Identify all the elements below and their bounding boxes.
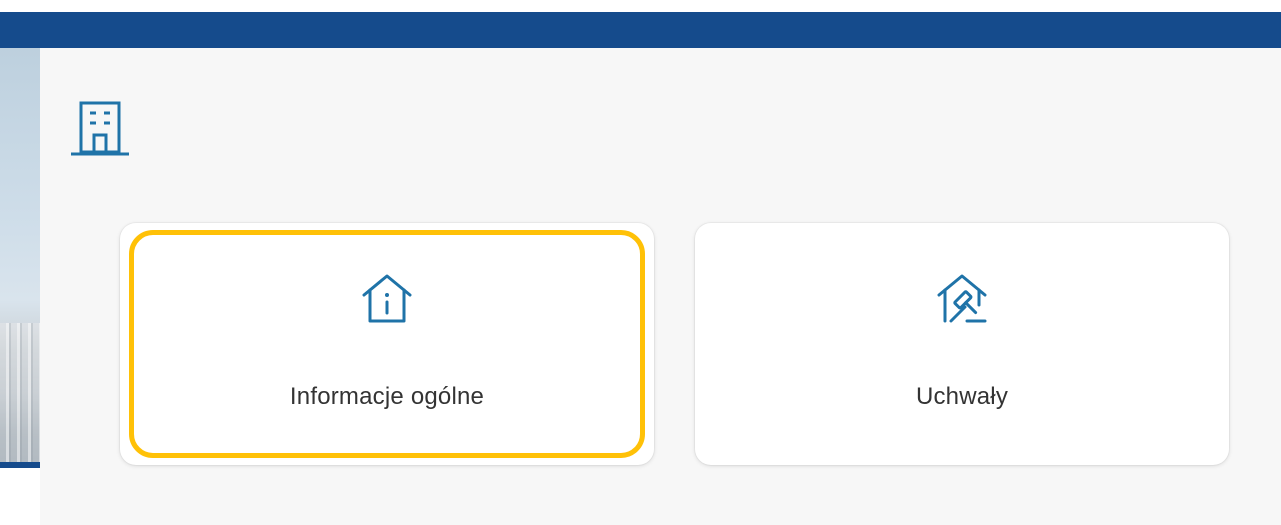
tile-uchwaly[interactable]: Uchwały bbox=[695, 223, 1229, 465]
tile-label: Informacje ogólne bbox=[289, 383, 485, 410]
tile-label: Uchwały bbox=[915, 383, 1009, 410]
building-icon bbox=[69, 96, 131, 158]
side-photo-strip bbox=[0, 48, 40, 468]
focus-ring bbox=[129, 230, 645, 458]
house-info-icon bbox=[359, 271, 415, 327]
house-gavel-icon bbox=[934, 271, 990, 327]
top-edge bbox=[0, 0, 1281, 12]
tile-informacje-ogolne[interactable]: Informacje ogólne bbox=[120, 223, 654, 465]
side-strip-bottom bbox=[0, 468, 40, 525]
top-navigation-bar bbox=[0, 12, 1281, 48]
building-photo bbox=[0, 323, 40, 463]
